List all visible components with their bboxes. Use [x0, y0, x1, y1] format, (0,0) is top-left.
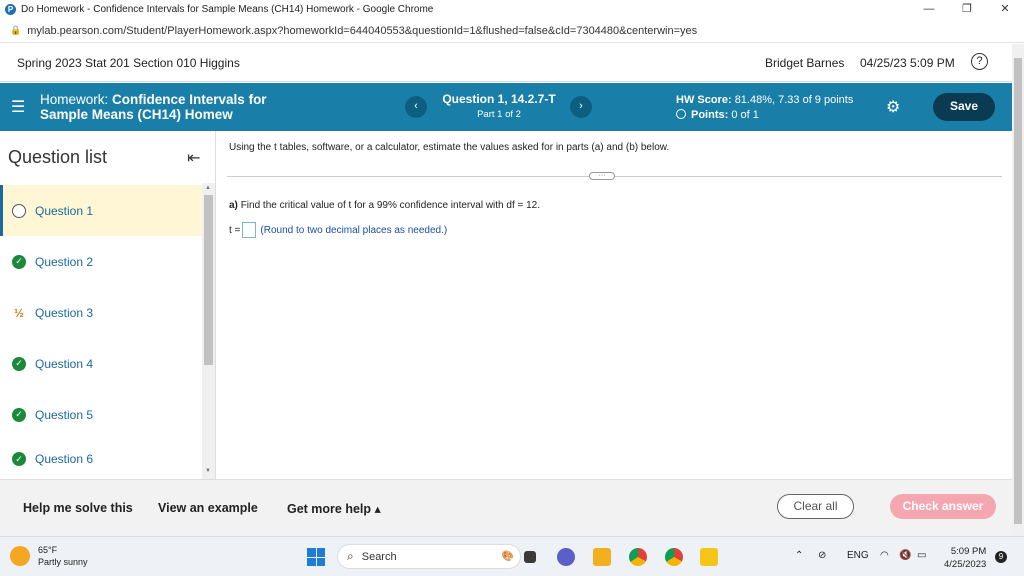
restore-icon[interactable]: ❐	[948, 0, 986, 19]
weather-widget[interactable]: 65°F Partly sunny	[10, 544, 88, 568]
scrollbar-thumb[interactable]	[204, 195, 213, 365]
footer-bar: Help me solve this View an example Get m…	[0, 479, 1012, 536]
window-title: Do Homework - Confidence Intervals for S…	[21, 4, 434, 15]
chat-icon[interactable]	[557, 548, 575, 566]
answer-hint: (Round to two decimal places as needed.)	[260, 224, 448, 236]
sticky-notes-icon[interactable]	[700, 548, 718, 566]
homework-title: Homework: Confidence Intervals for Sampl…	[40, 92, 267, 122]
window-controls: — ❐ ✕	[910, 0, 1024, 19]
weather-condition: Partly sunny	[38, 557, 88, 567]
chrome-icon[interactable]	[629, 548, 647, 566]
hamburger-menu-icon[interactable]: ☰	[11, 97, 25, 117]
scroll-down-icon[interactable]: ▼	[205, 468, 211, 474]
question-list-item[interactable]: ✓ Question 4	[0, 338, 202, 389]
question-list-item[interactable]: ½ Question 3	[0, 287, 202, 338]
part-a-prompt: a) Find the critical value of t for a 99…	[229, 200, 541, 211]
wifi-icon[interactable]: ◠	[880, 550, 889, 561]
homework-bar: ☰ Homework: Confidence Intervals for Sam…	[0, 83, 1012, 131]
answer-prefix: t =	[229, 224, 241, 236]
scroll-up-icon[interactable]: ▲	[205, 185, 211, 191]
question-list-header: Question list ⇤	[0, 131, 215, 183]
next-question-button[interactable]: ›	[570, 96, 592, 118]
search-highlight-icon: 🎨	[501, 551, 514, 562]
page-scrollbar-thumb[interactable]	[1014, 58, 1022, 524]
view-example-button[interactable]: View an example	[158, 501, 258, 515]
taskbar-search-label: Search	[361, 550, 397, 563]
tray-app-icon[interactable]: ⊘	[818, 550, 826, 561]
question-part: Part 1 of 2	[477, 109, 521, 120]
help-me-solve-button[interactable]: Help me solve this	[23, 501, 133, 515]
address-bar[interactable]: 🔒 mylab.pearson.com/Student/PlayerHomewo…	[0, 19, 1024, 43]
checkmark-icon: ✓	[12, 407, 26, 422]
clear-all-button[interactable]: Clear all	[777, 494, 854, 519]
partly-sunny-icon	[10, 546, 30, 566]
battery-icon[interactable]: ▭	[917, 550, 926, 561]
help-icon[interactable]: ?	[971, 53, 988, 70]
answer-row: t = (Round to two decimal places as need…	[229, 222, 447, 238]
course-bar: Spring 2023 Stat 201 Section 010 Higgins…	[0, 44, 1012, 82]
collapse-panel-icon[interactable]: ⇤	[187, 148, 200, 168]
previous-question-button[interactable]: ‹	[405, 96, 427, 118]
question-content: Using the t tables, software, or a calcu…	[217, 131, 1012, 479]
checkmark-icon: ✓	[12, 254, 26, 269]
file-explorer-icon[interactable]	[593, 548, 611, 566]
url-text[interactable]: mylab.pearson.com/Student/PlayerHomework…	[27, 25, 697, 37]
lock-icon[interactable]: 🔒	[10, 25, 21, 36]
page-scrollbar[interactable]	[1012, 44, 1024, 536]
question-header: Question 1, 14.2.7-T Part 1 of 2	[438, 92, 560, 120]
volume-muted-icon[interactable]: 🔇	[899, 550, 911, 561]
question-instructions: Using the t tables, software, or a calcu…	[229, 142, 670, 153]
question-list-scrollbar[interactable]: ▲ ▼	[202, 183, 215, 479]
close-icon[interactable]: ✕	[986, 0, 1024, 19]
taskbar: 65°F Partly sunny ⌕ Search 🎨 ⌃ ⊘ ENG ◠ 🔇…	[0, 536, 1024, 576]
window-titlebar: P Do Homework - Confidence Intervals for…	[0, 0, 1024, 19]
checkmark-icon: ✓	[12, 452, 26, 466]
question-name: Question 1, 14.2.7-T	[442, 92, 556, 106]
hw-score: HW Score: 81.48%, 7.33 of 9 points Point…	[676, 94, 854, 121]
header-datetime: 04/25/23 5:09 PM	[860, 55, 955, 70]
check-answer-button[interactable]: Check answer	[890, 494, 996, 519]
taskbar-search[interactable]: ⌕ Search 🎨	[337, 544, 521, 569]
save-button[interactable]: Save	[933, 93, 995, 121]
gear-icon[interactable]: ⚙	[886, 97, 900, 117]
search-icon: ⌕	[347, 549, 354, 563]
partial-credit-icon: ½	[13, 305, 24, 320]
question-list-title: Question list	[8, 146, 108, 167]
notification-badge[interactable]: 9	[995, 551, 1007, 563]
user-name: Bridget Barnes	[765, 55, 845, 70]
minimize-icon[interactable]: —	[910, 0, 948, 19]
question-list-item[interactable]: ✓ Question 6	[0, 440, 202, 478]
chevron-up-icon[interactable]: ⌃	[795, 550, 803, 561]
points-status-icon	[676, 109, 686, 119]
chrome-profile-icon[interactable]	[665, 548, 683, 566]
windows-start-icon[interactable]	[307, 548, 325, 566]
divider-handle[interactable]: ···	[589, 172, 615, 180]
weather-temp: 65°F	[38, 545, 58, 555]
question-list-panel: Question list ⇤ Question 1 ✓ Question 2 …	[0, 131, 216, 479]
course-title: Spring 2023 Stat 201 Section 010 Higgins	[17, 55, 240, 70]
get-more-help-button[interactable]: Get more help ▴	[287, 501, 381, 516]
system-clock[interactable]: 5:09 PM 4/25/2023	[944, 545, 986, 571]
checkmark-icon: ✓	[12, 356, 26, 371]
answer-input[interactable]	[242, 222, 257, 238]
clock-date: 4/25/2023	[944, 559, 987, 570]
question-list-item[interactable]: ✓ Question 5	[0, 389, 202, 440]
task-view-icon[interactable]	[524, 551, 536, 563]
question-list-item[interactable]: ✓ Question 2	[0, 236, 202, 287]
question-list-item[interactable]: Question 1	[0, 185, 202, 236]
current-question-icon	[12, 203, 26, 218]
pearson-app-icon: P	[5, 4, 16, 15]
clock-time: 5:09 PM	[950, 546, 987, 557]
language-indicator[interactable]: ENG	[847, 550, 869, 561]
